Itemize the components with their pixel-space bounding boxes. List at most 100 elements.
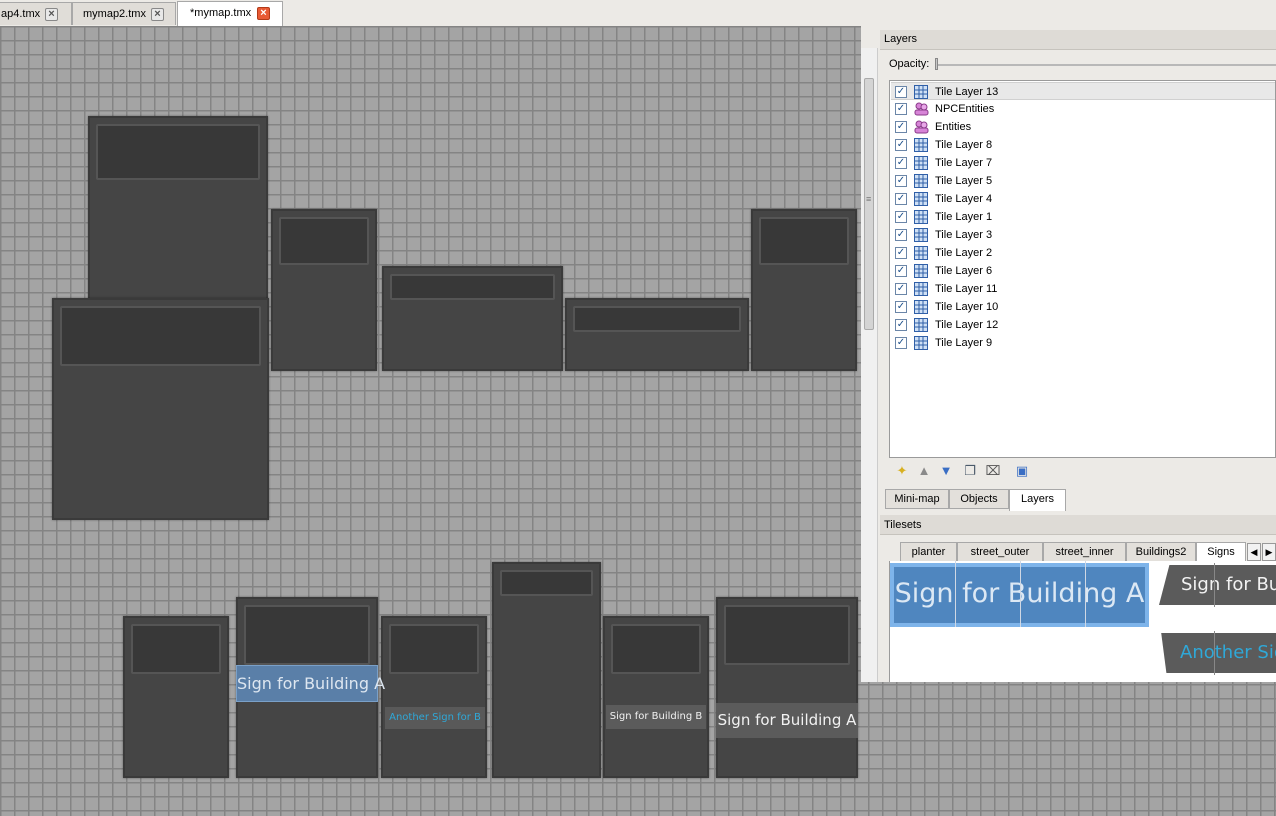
move-down-icon[interactable]: ▼ [937, 462, 955, 480]
layer-name: Tile Layer 7 [935, 157, 993, 169]
building[interactable] [88, 116, 268, 306]
building-roof [573, 306, 741, 332]
visibility-checkbox[interactable]: ✓ [895, 211, 907, 223]
building-roof [759, 217, 849, 265]
layer-row[interactable]: ✓ Tile Layer 11 [891, 280, 1275, 298]
layer-row[interactable]: ✓ Tile Layer 9 [891, 334, 1275, 352]
building[interactable] [381, 616, 487, 778]
map-vertical-scrollbar[interactable]: ≡ [861, 48, 878, 682]
visibility-checkbox[interactable]: ✓ [895, 229, 907, 241]
tileset-tab-buildings2[interactable]: Buildings2 [1126, 542, 1196, 562]
building-roof [390, 274, 555, 300]
close-icon[interactable]: × [45, 8, 58, 21]
tileset-view[interactable]: Sign for Building A Sign for Buildi Anot… [889, 561, 1276, 682]
tab-label: ap4.tmx [1, 8, 41, 20]
visibility-checkbox[interactable]: ✓ [895, 103, 907, 115]
building[interactable] [52, 298, 269, 520]
new-layer-icon[interactable]: ✦ [893, 462, 911, 480]
opacity-slider[interactable] [935, 64, 1276, 66]
visibility-checkbox[interactable]: ✓ [895, 175, 907, 187]
layer-row[interactable]: ✓ Tile Layer 10 [891, 298, 1275, 316]
tileset-tab-street-inner[interactable]: street_inner [1043, 542, 1126, 562]
tile-layer-icon [914, 210, 928, 224]
layer-row[interactable]: ✓ Tile Layer 7 [891, 154, 1275, 172]
tab-mymap2[interactable]: mymap2.tmx × [72, 2, 176, 25]
layer-name: Tile Layer 11 [935, 283, 998, 295]
visibility-checkbox[interactable]: ✓ [895, 337, 907, 349]
layer-name: Entities [935, 121, 972, 133]
close-icon[interactable]: × [257, 7, 270, 20]
scrollbar-thumb[interactable] [864, 78, 874, 330]
tileset-sign-gray[interactable]: Sign for Buildi [1159, 565, 1276, 605]
visibility-checkbox[interactable]: ✓ [895, 157, 907, 169]
tab-mymap[interactable]: *mymap.tmx × [177, 1, 283, 26]
layer-row[interactable]: ✓ Tile Layer 5 [891, 172, 1275, 190]
visibility-checkbox[interactable]: ✓ [895, 319, 907, 331]
layer-row[interactable]: ✓ Tile Layer 4 [891, 190, 1275, 208]
map-sign[interactable]: Sign for Building A [716, 703, 858, 738]
map-sign[interactable]: Sign for Building A [236, 665, 385, 702]
move-up-icon[interactable]: ▲ [915, 462, 933, 480]
duplicate-icon[interactable]: ❐ [961, 462, 979, 480]
tile-grid-line [1020, 561, 1021, 627]
building-roof [724, 605, 850, 665]
visibility-checkbox[interactable]: ✓ [895, 283, 907, 295]
visibility-checkbox[interactable]: ✓ [895, 121, 907, 133]
layer-list[interactable]: ✓ Tile Layer 13 ✓ NPCEntities ✓ Entities ✓ Tile… [889, 80, 1276, 458]
tab-scroll-left-icon[interactable]: ◀ [1247, 543, 1261, 561]
opacity-slider-handle[interactable] [935, 58, 938, 70]
layer-row[interactable]: ✓ Tile Layer 13 [891, 82, 1275, 100]
layer-row[interactable]: ✓ Tile Layer 3 [891, 226, 1275, 244]
tab-scroll-right-icon[interactable]: ▶ [1262, 543, 1276, 561]
layer-name: NPCEntities [935, 103, 995, 115]
visibility-checkbox[interactable]: ✓ [895, 139, 907, 151]
close-icon[interactable]: × [151, 8, 164, 21]
layer-row[interactable]: ✓ Tile Layer 1 [891, 208, 1275, 226]
building[interactable] [716, 597, 858, 778]
visibility-checkbox[interactable]: ✓ [895, 301, 907, 313]
tab-ap4[interactable]: ap4.tmx × [0, 2, 72, 25]
layer-name: Tile Layer 10 [935, 301, 999, 313]
building[interactable] [751, 209, 857, 371]
building[interactable] [492, 562, 601, 778]
delete-icon[interactable]: ⌧ [984, 462, 1002, 480]
document-tab-bar: ap4.tmx × mymap2.tmx × *mymap.tmx × [0, 0, 1276, 27]
building-roof [131, 624, 221, 674]
tile-grid-line [1214, 631, 1215, 675]
visibility-checkbox[interactable]: ✓ [895, 193, 907, 205]
tab-layers[interactable]: Layers [1009, 489, 1066, 511]
tile-layer-icon [914, 156, 928, 170]
layer-name: Tile Layer 12 [935, 319, 999, 331]
building[interactable] [271, 209, 377, 371]
building-roof [500, 570, 593, 596]
properties-icon[interactable]: ▣ [1013, 462, 1031, 480]
layer-row[interactable]: ✓ Tile Layer 12 [891, 316, 1275, 334]
map-sign[interactable]: Sign for Building B [606, 705, 706, 729]
tileset-tab-signs[interactable]: Signs [1196, 542, 1246, 563]
map-sign[interactable]: Another Sign for B [385, 707, 485, 729]
tile-layer-icon [914, 192, 928, 206]
tab-mini-map[interactable]: Mini-map [885, 489, 949, 509]
layer-name: Tile Layer 2 [935, 247, 993, 259]
building[interactable] [382, 266, 563, 371]
layer-name: Tile Layer 1 [935, 211, 993, 223]
building[interactable] [565, 298, 749, 371]
layer-row[interactable]: ✓ Tile Layer 8 [891, 136, 1275, 154]
tab-objects[interactable]: Objects [949, 489, 1009, 509]
layer-row[interactable]: ✓ Entities [891, 118, 1275, 136]
tile-layer-icon [914, 138, 928, 152]
visibility-checkbox[interactable]: ✓ [895, 265, 907, 277]
layer-name: Tile Layer 8 [935, 139, 993, 151]
layer-row[interactable]: ✓ Tile Layer 6 [891, 262, 1275, 280]
visibility-checkbox[interactable]: ✓ [895, 86, 907, 98]
tileset-tab-street-outer[interactable]: street_outer [957, 542, 1043, 562]
layer-row[interactable]: ✓ Tile Layer 2 [891, 244, 1275, 262]
tile-grid-line [1214, 563, 1215, 607]
building[interactable] [123, 616, 229, 778]
visibility-checkbox[interactable]: ✓ [895, 247, 907, 259]
layer-row[interactable]: ✓ NPCEntities [891, 100, 1275, 118]
tileset-sign-cyan[interactable]: Another Sign f [1161, 633, 1276, 673]
tile-grid-line [1085, 561, 1086, 627]
tileset-tab-planter[interactable]: planter [900, 542, 957, 562]
building[interactable] [603, 616, 709, 778]
